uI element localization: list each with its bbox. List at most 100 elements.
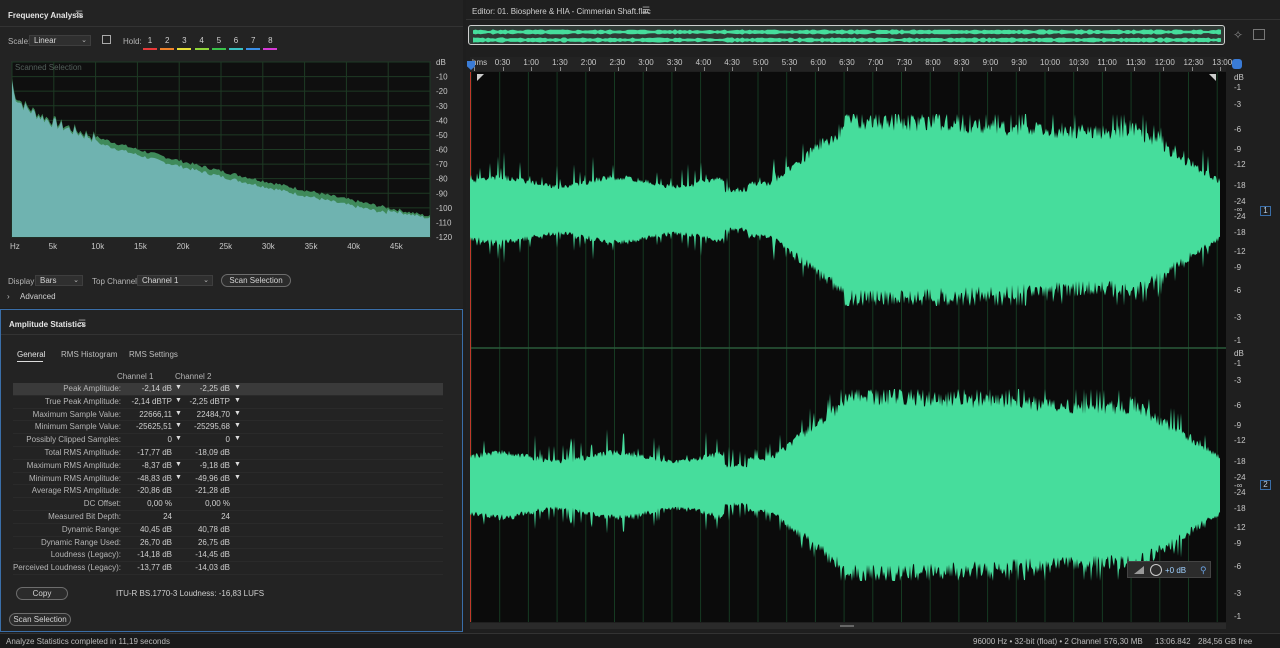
db-scale-label: -9 xyxy=(1234,144,1242,154)
time-ruler[interactable]: hms 0:30 1:00 1:30 2:00 2:30 3:00 3:30 4:00 4:30 5… xyxy=(470,57,1232,71)
hold-button-6[interactable]: 6 xyxy=(229,36,243,50)
top-channel-label: Top Channel: xyxy=(92,277,140,286)
time-tick-label: 11:30 xyxy=(1126,58,1146,67)
frequency-graph[interactable]: dB -10 -20 -30 -40 -50 -60 -70 -80 -90 -100 -110 -12… xyxy=(8,58,460,258)
locate-marker-icon[interactable]: ▼ xyxy=(175,435,182,442)
db-tick-label: -70 xyxy=(436,160,448,169)
table-row[interactable]: Peak Amplitude: -2,14 dB -2,25 dB ▼ ▼ xyxy=(13,383,443,396)
frequency-analysis-panel: Frequency Analysis ☰ Scale: Linear ⌄ Hol… xyxy=(0,0,463,308)
chevron-down-icon: ⌄ xyxy=(73,277,79,284)
time-tick-mark xyxy=(818,67,820,71)
locate-marker-icon[interactable]: ▼ xyxy=(234,461,241,468)
db-scale-label: -9 xyxy=(1234,420,1242,430)
stat-value-channel-2: 24 xyxy=(221,512,230,521)
time-tick-mark xyxy=(904,67,906,71)
locate-marker-icon[interactable]: ▼ xyxy=(234,384,241,391)
scan-selection-button[interactable]: Scan Selection xyxy=(9,613,71,626)
hold-button-1[interactable]: 1 xyxy=(143,36,157,50)
volume-knob-icon[interactable] xyxy=(1150,564,1162,576)
hold-button-label: 8 xyxy=(268,36,273,45)
table-row[interactable]: Dynamic Range Used: 26,70 dB 26,75 dB xyxy=(13,537,443,550)
table-row[interactable]: Minimum RMS Amplitude: -48,83 dB -49,96 dB… xyxy=(13,473,443,486)
locate-marker-icon[interactable]: ▼ xyxy=(175,384,182,391)
stat-name: Perceived Loudness (Legacy): xyxy=(12,563,121,573)
locate-marker-icon[interactable]: ▼ xyxy=(175,422,182,429)
col-header-channel-2: Channel 2 xyxy=(175,372,212,381)
table-row[interactable]: Possibly Clipped Samples: 0 0 ▼ ▼ xyxy=(13,434,443,447)
table-row[interactable]: DC Offset: 0,00 % 0,00 % xyxy=(13,498,443,511)
locate-marker-icon[interactable]: ▼ xyxy=(234,474,241,481)
stat-name: True Peak Amplitude: xyxy=(44,396,121,406)
panel-menu-icon[interactable]: ☰ xyxy=(75,9,83,20)
time-tick-label: 10:30 xyxy=(1068,58,1089,67)
db-scale-label: -18 xyxy=(1234,181,1246,191)
channel-1-badge[interactable]: 1 xyxy=(1260,206,1271,216)
amplitude-statistics-panel: Amplitude Statistics ☰ General RMS Histo… xyxy=(0,309,463,632)
copy-button[interactable]: Copy xyxy=(16,587,68,600)
locate-marker-icon[interactable]: ▼ xyxy=(234,410,241,417)
headphones-icon[interactable] xyxy=(1232,59,1242,69)
locate-marker-icon[interactable]: ▼ xyxy=(175,410,182,417)
scan-selection-button[interactable]: Scan Selection xyxy=(221,274,291,287)
scale-select[interactable]: Linear ⌄ xyxy=(29,35,91,46)
hold-button-7[interactable]: 7 xyxy=(246,36,261,50)
stat-value-channel-1: 0,00 % xyxy=(147,499,172,509)
stats-table: Channel 1 Channel 2 Peak Amplitude: -2,14… xyxy=(1,310,462,630)
pin-icon[interactable]: ⚲ xyxy=(1200,565,1207,576)
locate-marker-icon[interactable]: ▼ xyxy=(175,397,182,404)
hud-envelope-icon xyxy=(1134,566,1144,574)
editor-menu-icon[interactable]: ☰ xyxy=(642,5,650,16)
table-row[interactable]: Total RMS Amplitude: -17,77 dB -18,09 dB xyxy=(13,447,443,460)
hold-color-swatch xyxy=(160,48,175,50)
stat-value-channel-1: 40,45 dB xyxy=(139,524,172,534)
hold-button-4[interactable]: 4 xyxy=(194,36,209,50)
locate-marker-icon[interactable]: ▼ xyxy=(234,397,241,404)
hold-color-swatch xyxy=(194,48,209,50)
chevron-down-icon: ⌄ xyxy=(81,37,87,44)
table-row[interactable]: Maximum RMS Amplitude: -8,37 dB -9,18 dB ▼ ▼ xyxy=(13,460,443,473)
lock-view-icon[interactable] xyxy=(102,35,111,44)
hold-button-label: 2 xyxy=(164,36,170,45)
hold-button-8[interactable]: 8 xyxy=(263,36,278,50)
time-tick-mark xyxy=(990,67,992,71)
overview-navigator[interactable] xyxy=(468,25,1225,45)
time-tick-mark xyxy=(560,67,562,71)
locate-marker-icon[interactable]: ▼ xyxy=(175,474,182,481)
horizontal-scrollbar[interactable] xyxy=(470,623,1226,629)
table-row[interactable]: Dynamic Range: 40,45 dB 40,78 dB xyxy=(13,524,443,537)
stat-value-channel-1: 26,70 dB xyxy=(139,537,172,547)
locate-marker-icon[interactable]: ▼ xyxy=(234,435,241,442)
hold-button-3[interactable]: 3 xyxy=(177,36,192,50)
panel-toggle-icon[interactable] xyxy=(1253,29,1265,40)
zoom-in-icon[interactable]: ✧ xyxy=(1233,28,1243,42)
time-tick-label: 6:30 xyxy=(839,58,855,67)
channel-2-badge[interactable]: 2 xyxy=(1260,480,1271,490)
panel-header-divider xyxy=(0,26,463,27)
display-select[interactable]: Bars ⌄ xyxy=(35,275,83,286)
table-row[interactable]: Average RMS Amplitude: -20,86 dB -21,28 dB xyxy=(13,485,443,499)
table-row[interactable]: Perceived Loudness (Legacy): -13,77 dB -14… xyxy=(13,562,443,575)
hz-tick-label: 30k xyxy=(262,242,276,251)
top-channel-select[interactable]: Channel 1 ⌄ xyxy=(137,275,213,286)
hold-button-2[interactable]: 2 xyxy=(160,36,175,50)
stat-name: Minimum RMS Amplitude: xyxy=(28,473,121,483)
table-row[interactable]: Measured Bit Depth: 24 24 xyxy=(13,511,443,524)
scrollbar-thumb[interactable] xyxy=(840,625,854,627)
table-row[interactable]: Minimum Sample Value: -25625,51 -25295,68 ▼… xyxy=(13,421,443,435)
time-tick-label: 12:00 xyxy=(1154,58,1175,67)
locate-marker-icon[interactable]: ▼ xyxy=(175,461,182,468)
stat-value-channel-2: 22484,70 xyxy=(196,409,230,419)
table-row[interactable]: Maximum Sample Value: 22666,11 22484,70 ▼ ▼ xyxy=(13,409,443,422)
stat-value-channel-2: -18,09 dB xyxy=(195,448,230,457)
itu-loudness: ITU-R BS.1770-3 Loudness: -16,83 LUFS xyxy=(116,589,265,598)
scale-select-value: Linear xyxy=(34,36,57,45)
gain-hud[interactable]: +0 dB ⚲ xyxy=(1127,561,1211,578)
chevron-right-icon[interactable]: › xyxy=(7,292,10,301)
locate-marker-icon[interactable]: ▼ xyxy=(234,422,241,429)
advanced-toggle[interactable]: Advanced xyxy=(20,292,56,301)
time-tick-mark xyxy=(789,67,791,71)
table-row[interactable]: Loudness (Legacy): -14,18 dB -14,45 dB xyxy=(13,549,443,563)
hold-button-5[interactable]: 5 xyxy=(211,36,226,50)
waveform-display[interactable] xyxy=(470,72,1226,622)
table-row[interactable]: True Peak Amplitude: -2,14 dBTP -2,25 dBTP… xyxy=(13,396,443,409)
